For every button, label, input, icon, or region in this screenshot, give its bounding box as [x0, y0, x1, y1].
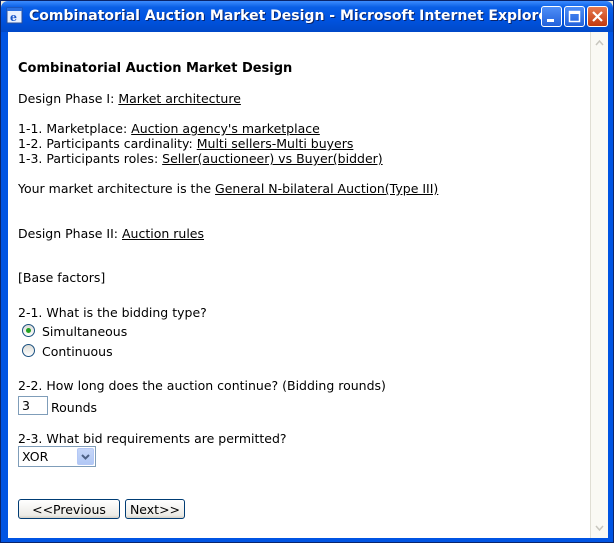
cardinality-link[interactable]: Multi sellers-Multi buyers — [197, 136, 354, 151]
window-left-border — [1, 32, 8, 542]
market-architecture-link[interactable]: Market architecture — [118, 91, 241, 106]
bid-requirements-value: XOR — [22, 449, 49, 464]
scroll-up-icon[interactable] — [591, 34, 608, 51]
rounds-unit-label: Rounds — [51, 400, 98, 415]
bidding-rounds-question: 2-2. How long does the auction continue?… — [18, 378, 386, 393]
minimize-button[interactable] — [541, 6, 562, 27]
dropdown-button[interactable] — [77, 448, 94, 465]
marketplace-link[interactable]: Auction agency's marketplace — [131, 121, 320, 136]
bid-requirements-select[interactable]: XOR — [18, 446, 96, 467]
minimize-icon — [547, 19, 554, 22]
roles-link[interactable]: Seller(auctioneer) vs Buyer(bidder) — [162, 151, 383, 166]
bidding-type-question: 2-1. What is the bidding type? — [18, 305, 207, 320]
phase2-line: Design Phase II: Auction rules — [18, 226, 204, 241]
previous-button[interactable]: <<Previous — [18, 499, 120, 519]
cardinality-line: 1-2. Participants cardinality: Multi sel… — [18, 136, 353, 151]
close-icon — [592, 11, 603, 22]
summary-label: Your market architecture is the — [18, 181, 216, 196]
simultaneous-radio[interactable] — [22, 324, 35, 337]
roles-label: 1-3. Participants roles: — [18, 151, 163, 166]
browser-window: e Combinatorial Auction Market Design - … — [0, 0, 614, 543]
maximize-button[interactable] — [564, 6, 585, 27]
window-title: Combinatorial Auction Market Design - Mi… — [29, 8, 555, 24]
bidding-rounds-input[interactable] — [18, 396, 48, 415]
radio-selected-dot — [26, 328, 31, 333]
phase1-line: Design Phase I: Market architecture — [18, 91, 241, 106]
continuous-label[interactable]: Continuous — [42, 344, 113, 359]
marketplace-line: 1-1. Marketplace: Auction agency's marke… — [18, 121, 320, 136]
maximize-icon — [568, 10, 581, 23]
base-factors-label: [Base factors] — [18, 270, 106, 285]
continuous-radio[interactable] — [22, 344, 35, 357]
window-bottom-border — [1, 538, 613, 542]
next-button[interactable]: Next>> — [125, 499, 185, 519]
internet-explorer-icon: e — [6, 7, 23, 24]
vertical-scrollbar[interactable] — [590, 32, 608, 538]
phase1-label: Design Phase I: — [18, 91, 119, 106]
marketplace-label: 1-1. Marketplace: — [18, 121, 132, 136]
architecture-summary: Your market architecture is the General … — [18, 181, 438, 196]
page-content: Combinatorial Auction Market Design Desi… — [8, 32, 590, 538]
scroll-down-icon[interactable] — [591, 519, 608, 536]
chevron-down-icon — [81, 454, 90, 460]
phase2-label: Design Phase II: — [18, 226, 122, 241]
roles-line: 1-3. Participants roles: Seller(auctione… — [18, 151, 383, 166]
title-bar[interactable]: e Combinatorial Auction Market Design - … — [1, 1, 613, 32]
bid-requirements-question: 2-3. What bid requirements are permitted… — [18, 431, 287, 446]
auction-rules-link[interactable]: Auction rules — [122, 226, 204, 241]
simultaneous-label[interactable]: Simultaneous — [42, 324, 127, 339]
cardinality-label: 1-2. Participants cardinality: — [18, 136, 197, 151]
page-title: Combinatorial Auction Market Design — [18, 61, 293, 76]
svg-text:e: e — [10, 11, 17, 24]
architecture-type-link[interactable]: General N-bilateral Auction(Type III) — [215, 181, 438, 196]
close-button[interactable] — [587, 6, 608, 27]
